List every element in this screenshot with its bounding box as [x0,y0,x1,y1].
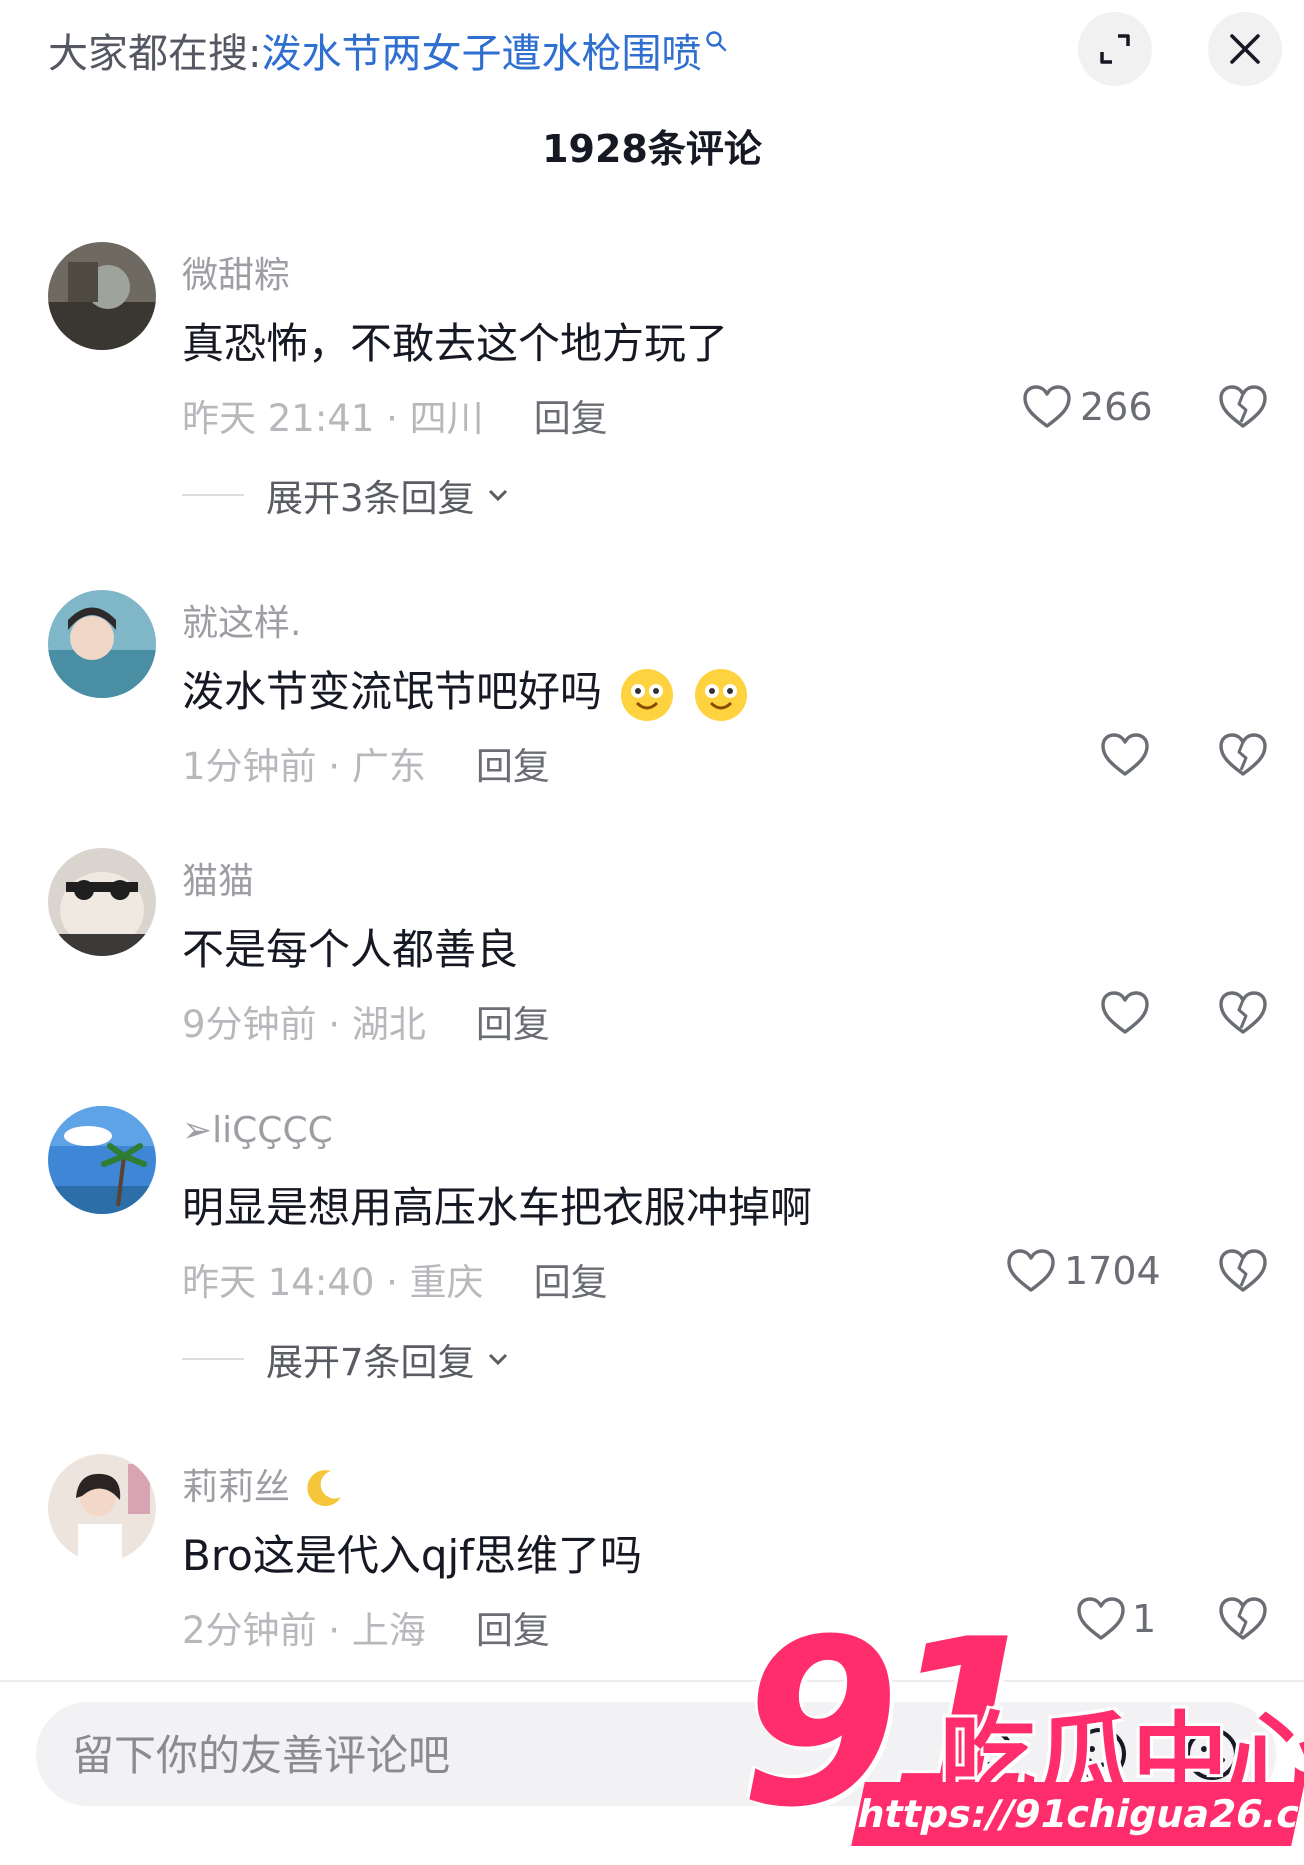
comment-username-text: 莉莉丝 [182,1467,291,1508]
heart-icon [1101,733,1149,776]
avatar[interactable] [48,1454,156,1562]
comment-time-location: 昨天 21:41 · 四川 [182,397,484,440]
comment-text-content: 泼水节变流氓节吧好吗 [182,667,603,716]
like-button[interactable] [1100,990,1150,1036]
expand-divider [182,1358,244,1360]
reply-button[interactable]: 回复 [534,388,608,442]
watermark-url: https://91chigua26.com [851,1782,1304,1846]
close-icon [1230,34,1260,64]
comment-meta: 1分钟前 · 广东 回复 [182,736,550,790]
comment-username[interactable]: 莉莉丝 [182,1458,345,1511]
chevron-down-icon [488,489,507,502]
dislike-button[interactable] [1218,1248,1268,1298]
reply-button[interactable]: 回复 [476,736,550,790]
reply-button[interactable]: 回复 [476,994,550,1048]
dislike-button[interactable] [1218,990,1268,1040]
smile-emoji-icon [621,668,674,721]
comment-time-location: 2分钟前 · 上海 [182,1609,426,1652]
dislike-button[interactable] [1218,384,1268,434]
avatar[interactable] [48,1106,156,1214]
broken-heart-icon [1219,1249,1267,1292]
reply-button[interactable]: 回复 [476,1600,550,1654]
comment-text: 真恐怖，不敢去这个地方玩了 [182,319,729,368]
comment-time-location: 9分钟前 · 湖北 [182,1003,426,1046]
close-button[interactable] [1208,12,1282,86]
expand-replies-button[interactable]: 展开3条回复 [182,468,511,522]
heart-icon [1101,991,1149,1034]
comment-meta: 昨天 21:41 · 四川 回复 [182,388,608,442]
search-suggestion-term[interactable]: 泼水节两女子遭水枪围喷 [261,21,701,79]
like-count: 1704 [1064,1249,1161,1293]
like-count: 266 [1080,385,1153,429]
comment-username[interactable]: ➢liÇÇÇÇ [182,1110,333,1151]
comment-text: Bro这是代入qjf思维了吗 [182,1531,642,1580]
smile-emoji-icon [694,668,747,721]
comment-count-title: 1928条评论 [542,127,762,171]
crescent-moon-icon [307,1470,342,1507]
avatar[interactable] [48,242,156,350]
comment-text: 明显是想用高压水车把衣服冲掉啊 [182,1183,813,1232]
avatar[interactable] [48,590,156,698]
comment-text: 不是每个人都善良 [182,925,519,974]
heart-icon [1023,385,1071,428]
watermark: 91 吃瓜中心 https://91chigua26.com [740,1610,1304,1860]
comment-meta: 2分钟前 · 上海 回复 [182,1600,550,1654]
dislike-button[interactable] [1218,732,1268,782]
broken-heart-icon [1219,385,1267,428]
expand-replies-button[interactable]: 展开7条回复 [182,1332,511,1386]
comment-username[interactable]: 微甜粽 [182,246,290,298]
comment-username[interactable]: 就这样. [182,594,301,646]
reply-button[interactable]: 回复 [534,1252,608,1306]
comment-username[interactable]: 猫猫 [182,852,254,904]
avatar[interactable] [48,848,156,956]
search-suggestion[interactable]: 大家都在搜: 泼水节两女子遭水枪围喷 [48,22,727,78]
expand-button[interactable] [1078,12,1152,86]
comment-time-location: 1分钟前 · 广东 [182,745,426,788]
comment-meta: 9分钟前 · 湖北 回复 [182,994,550,1048]
like-button[interactable]: 1704 [1006,1248,1161,1294]
expand-icon [1100,34,1130,64]
heart-icon [1007,1249,1055,1292]
search-suggestion-prefix: 大家都在搜: [48,31,262,77]
like-button[interactable]: 266 [1022,384,1153,430]
comment-meta: 昨天 14:40 · 重庆 回复 [182,1252,608,1306]
like-button[interactable] [1100,732,1150,778]
search-icon [706,31,727,52]
broken-heart-icon [1219,991,1267,1034]
expand-divider [182,494,244,496]
comment-text: 泼水节变流氓节吧好吗 [182,658,749,723]
chevron-down-icon [488,1353,507,1366]
comment-time-location: 昨天 14:40 · 重庆 [182,1261,484,1304]
expand-replies-label: 展开7条回复 [266,1341,475,1384]
expand-replies-label: 展开3条回复 [266,477,475,520]
broken-heart-icon [1219,733,1267,776]
